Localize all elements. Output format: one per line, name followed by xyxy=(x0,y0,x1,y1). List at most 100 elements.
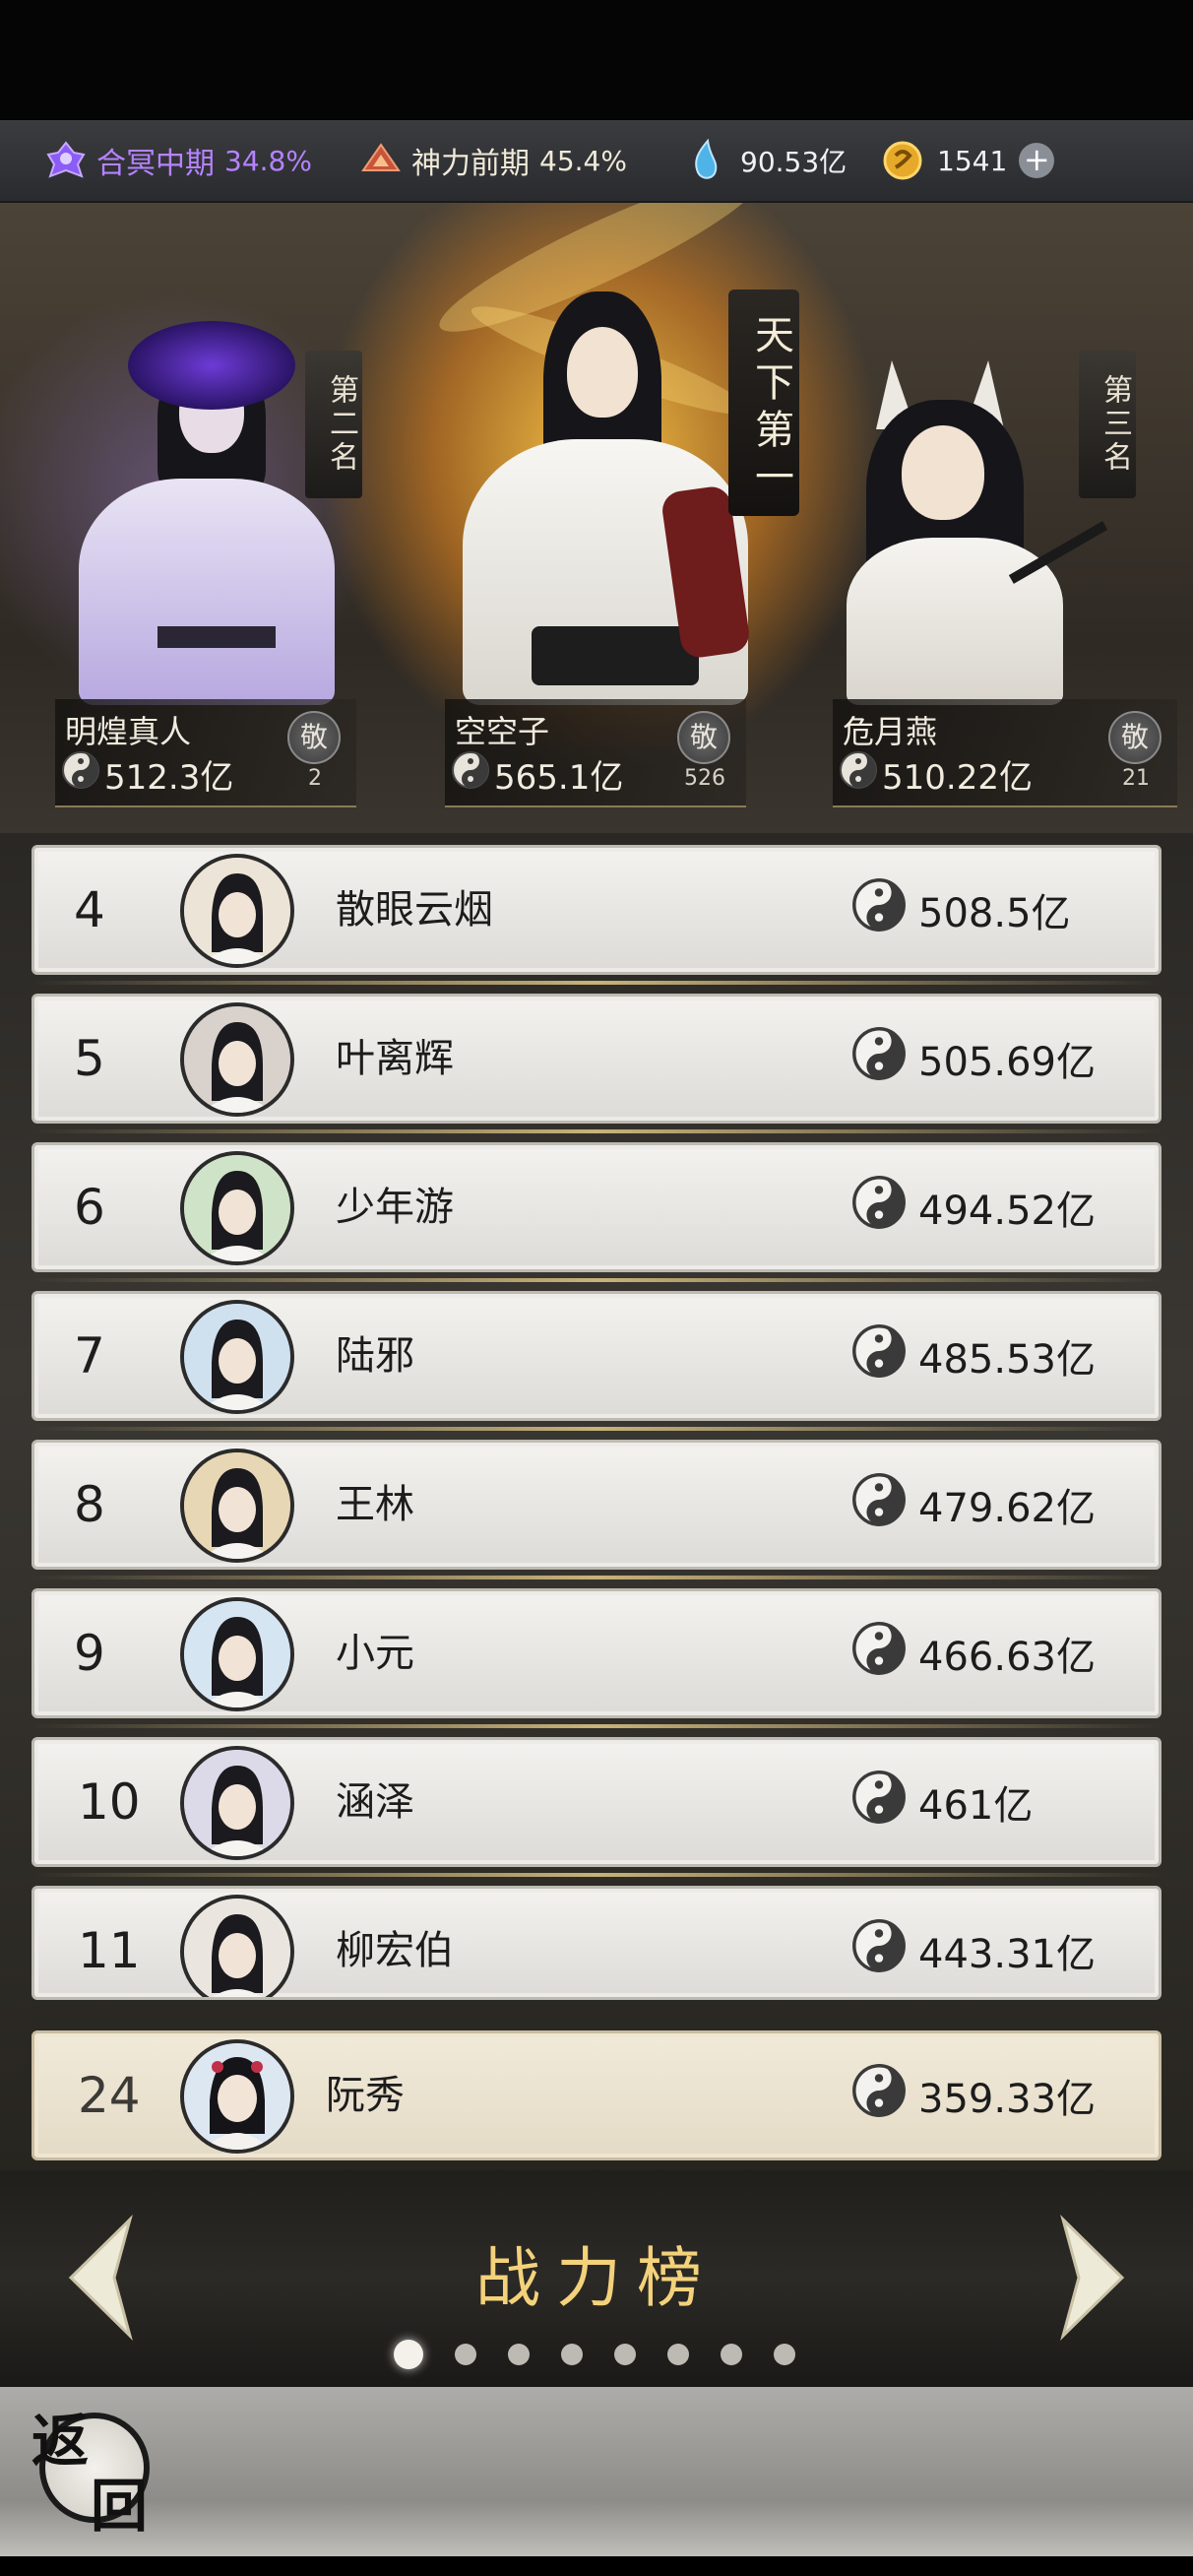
table-row[interactable]: 5 叶离辉 505.69亿 xyxy=(31,994,1162,1124)
yin-yang-icon xyxy=(851,1918,907,1983)
avatar[interactable] xyxy=(180,1151,294,1265)
yin-yang-icon xyxy=(61,750,100,799)
rank-1-power-value: 565.1亿 xyxy=(494,758,624,798)
player-name: 散眼云烟 xyxy=(336,887,493,933)
page-dot[interactable] xyxy=(667,2344,689,2365)
player-power: 479.62亿 xyxy=(851,1443,1096,1567)
spirit-crystal-counter[interactable]: 90.53亿 xyxy=(683,119,880,202)
salute-count: 2 xyxy=(308,766,322,791)
yin-yang-icon xyxy=(851,1770,907,1835)
page-dot[interactable] xyxy=(455,2344,476,2365)
rank-2-power-value: 512.3亿 xyxy=(104,758,234,798)
page-indicator[interactable] xyxy=(394,2340,795,2369)
row-divider xyxy=(31,1278,1162,1282)
rank-1-card[interactable]: 空空子 565.1亿 敬 526 xyxy=(445,699,746,807)
yin-yang-icon xyxy=(851,1175,907,1240)
rank-1-salute[interactable]: 敬 526 xyxy=(677,711,732,791)
player-power: 508.5亿 xyxy=(851,848,1071,972)
divine-power-label: 神力前期 xyxy=(411,147,530,181)
rank-number: 8 xyxy=(74,1476,105,1533)
page-dot[interactable] xyxy=(508,2344,530,2365)
yin-yang-icon xyxy=(451,750,490,799)
avatar[interactable] xyxy=(180,1597,294,1711)
resource-bar: 合冥中期 34.8% 神力前期 45.4% 90.53亿 1541 + xyxy=(0,120,1193,203)
table-row[interactable]: 6 少年游 494.52亿 xyxy=(31,1142,1162,1272)
rank-3-power: 510.22亿 xyxy=(839,750,1033,799)
page-dot[interactable] xyxy=(774,2344,795,2365)
row-divider xyxy=(31,1873,1162,1877)
page-dot[interactable] xyxy=(614,2344,636,2365)
power-value: 443.31亿 xyxy=(918,1932,1096,1977)
power-value: 494.52亿 xyxy=(918,1189,1096,1234)
divine-power-progress: 45.4% xyxy=(539,144,627,177)
page-dot[interactable] xyxy=(561,2344,583,2365)
back-button[interactable]: 返 回 xyxy=(26,2401,163,2540)
player-name: 小元 xyxy=(336,1631,414,1676)
yin-yang-icon xyxy=(851,1026,907,1091)
salute-button[interactable]: 敬 xyxy=(1108,711,1162,764)
table-row[interactable]: 9 小元 466.63亿 xyxy=(31,1588,1162,1718)
rank-2-banner: 第二名 xyxy=(305,351,362,498)
rank-3-salute[interactable]: 敬 21 xyxy=(1108,711,1163,791)
rank-1-character[interactable] xyxy=(423,291,778,705)
spirit-crystal-value: 90.53亿 xyxy=(740,146,848,178)
rank-3-banner: 第三名 xyxy=(1079,351,1136,498)
rank-3-power-value: 510.22亿 xyxy=(882,758,1033,798)
salute-count: 526 xyxy=(684,766,725,791)
avatar[interactable] xyxy=(180,854,294,968)
my-name: 阮秀 xyxy=(326,2073,405,2118)
power-value: 466.63亿 xyxy=(918,1635,1096,1680)
player-power: 494.52亿 xyxy=(851,1145,1096,1269)
avatar[interactable] xyxy=(180,1300,294,1414)
avatar[interactable] xyxy=(180,2039,294,2154)
yin-yang-icon xyxy=(851,1323,907,1388)
my-power: 359.33亿 xyxy=(851,2033,1096,2157)
table-row[interactable]: 10 涵泽 461亿 xyxy=(31,1737,1162,1867)
next-arrow-icon[interactable] xyxy=(1053,2214,1132,2342)
leaderboard-title: 战力榜 xyxy=(475,2240,718,2316)
page-dot[interactable] xyxy=(394,2340,423,2369)
row-divider xyxy=(31,1724,1162,1728)
salute-button[interactable]: 敬 xyxy=(677,711,730,764)
player-power: 443.31亿 xyxy=(851,1889,1096,1997)
player-power: 466.63亿 xyxy=(851,1591,1096,1715)
divine-power-icon xyxy=(358,138,404,183)
salute-button[interactable]: 敬 xyxy=(287,711,341,764)
table-row[interactable]: 4 散眼云烟 508.5亿 xyxy=(31,845,1162,975)
my-power-value: 359.33亿 xyxy=(918,2077,1096,2122)
player-power: 505.69亿 xyxy=(851,997,1096,1121)
table-row[interactable]: 11 柳宏伯 443.31亿 xyxy=(31,1886,1162,2000)
divine-power-status[interactable]: 神力前期 45.4% xyxy=(358,119,683,202)
rank-1-power: 565.1亿 xyxy=(451,750,623,799)
add-coins-button[interactable]: + xyxy=(1019,143,1055,178)
realm-status[interactable]: 合冥中期 34.8% xyxy=(43,119,358,202)
rank-2-card[interactable]: 明煌真人 512.3亿 敬 2 xyxy=(55,699,356,807)
rank-3-card[interactable]: 危月燕 510.22亿 敬 21 xyxy=(833,699,1177,807)
rank-3-character[interactable] xyxy=(817,360,1112,705)
rank-2-name: 明煌真人 xyxy=(65,713,192,750)
coin-value: 1541 xyxy=(937,144,1008,177)
rank-2-power: 512.3亿 xyxy=(61,750,233,799)
avatar[interactable] xyxy=(180,1895,294,1997)
coin-counter[interactable]: 1541 + xyxy=(880,119,1097,202)
player-name: 王林 xyxy=(336,1482,414,1527)
table-row[interactable]: 8 王林 479.62亿 xyxy=(31,1440,1162,1570)
table-row[interactable]: 7 陆邪 485.53亿 xyxy=(31,1291,1162,1421)
status-bar xyxy=(0,0,1193,120)
avatar[interactable] xyxy=(180,1449,294,1563)
player-power: 461亿 xyxy=(851,1740,1033,1864)
page-dot[interactable] xyxy=(721,2344,742,2365)
avatar[interactable] xyxy=(180,1746,294,1860)
realm-label: 合冥中期 xyxy=(96,147,215,181)
leaderboard-nav: 战力榜 xyxy=(0,2170,1193,2387)
yin-yang-icon xyxy=(851,1621,907,1686)
power-value: 461亿 xyxy=(918,1783,1034,1829)
row-divider xyxy=(31,1129,1162,1133)
power-value: 508.5亿 xyxy=(918,891,1071,936)
rank-2-salute[interactable]: 敬 2 xyxy=(287,711,343,791)
realm-icon xyxy=(43,138,89,183)
my-rank-row[interactable]: 24 阮秀 359.33亿 xyxy=(31,2030,1162,2160)
avatar[interactable] xyxy=(180,1002,294,1117)
top-three-podium: 第二名 天下第一 第三名 明煌真人 512.3亿 敬 2 空空子 565.1亿 … xyxy=(0,203,1193,833)
player-name: 涵泽 xyxy=(336,1779,414,1825)
